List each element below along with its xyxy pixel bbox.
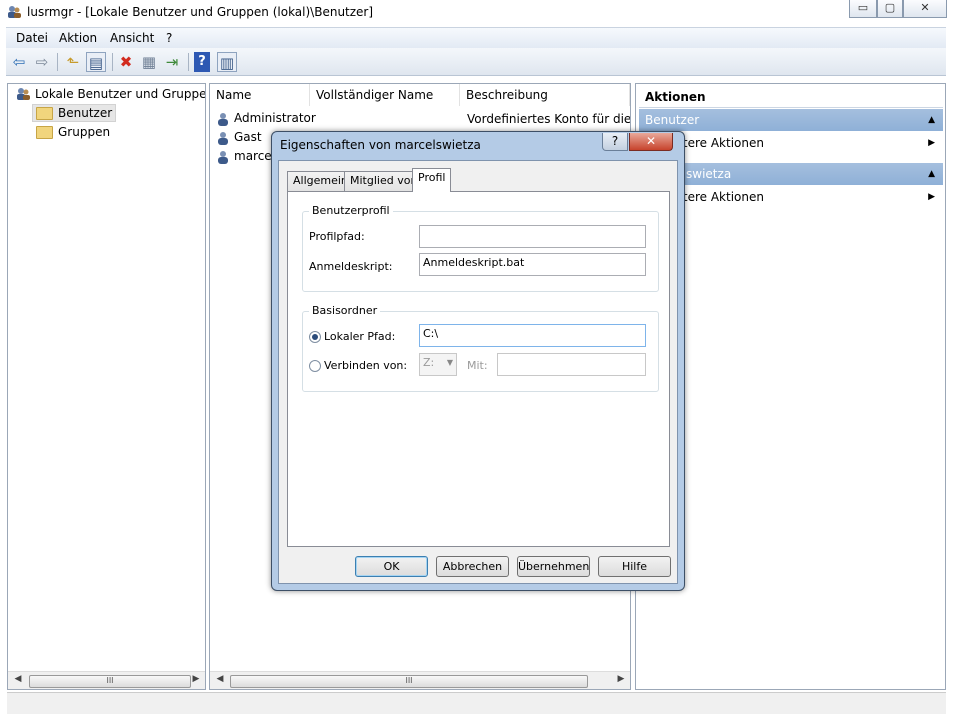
connect-label: Verbinden von: (324, 359, 408, 372)
menu-bar: Datei Aktion Ansicht ? (6, 27, 946, 48)
connect-path-field[interactable] (497, 353, 646, 376)
list-horizontal-scrollbar[interactable]: ◀ III ▶ (210, 671, 630, 689)
title-bar: lusrmgr - [Lokale Benutzer und Gruppen (… (0, 0, 954, 26)
profile-tab-panel: Benutzerprofil Profilpfad: Anmeldeskript… (287, 191, 670, 547)
show-actions-pane-icon[interactable]: ▥ (217, 52, 237, 72)
group-title: Basisordner (309, 304, 381, 317)
profile-path-field[interactable] (419, 225, 646, 248)
dialog-help-button[interactable]: ? (602, 133, 628, 151)
toolbar-separator (57, 53, 58, 71)
tree-item-gruppen[interactable]: Gruppen (33, 124, 113, 140)
back-arrow-icon[interactable]: ⇦ (9, 52, 29, 72)
tree-pane: Lokale Benutzer und Gruppen (lokal) Benu… (7, 83, 206, 690)
up-folder-icon[interactable]: ⬑ (63, 52, 83, 72)
folder-icon (36, 107, 53, 120)
delete-icon[interactable]: ✖ (116, 52, 136, 72)
local-path-radio[interactable] (309, 331, 321, 343)
status-bar (7, 692, 946, 714)
scroll-thumb[interactable]: III (29, 675, 191, 688)
submenu-arrow-icon: ▶ (928, 138, 935, 148)
drive-value: Z: (423, 356, 435, 369)
section-title: Benutzer (645, 113, 700, 127)
logon-script-label: Anmeldeskript: (309, 260, 393, 273)
scroll-left-arrow-icon[interactable]: ◀ (214, 674, 226, 684)
collapse-triangle-icon[interactable]: ▲ (928, 109, 935, 131)
user-icon (218, 131, 228, 145)
scroll-right-arrow-icon[interactable]: ▶ (615, 674, 627, 684)
submenu-arrow-icon: ▶ (928, 192, 935, 202)
menu-aktion[interactable]: Aktion (59, 31, 97, 45)
group-title: Benutzerprofil (309, 204, 393, 217)
user-description: Vordefiniertes Konto für die Verwaltung (467, 112, 630, 126)
column-header-description[interactable]: Beschreibung (460, 84, 630, 106)
dropdown-arrow-icon: ▼ (446, 358, 453, 367)
scroll-thumb[interactable]: III (230, 675, 588, 688)
help-icon[interactable]: ? (194, 52, 210, 72)
tree-root-label: Lokale Benutzer und Gruppen (lokal) (35, 87, 205, 101)
apply-button[interactable]: Übernehmen (517, 556, 590, 577)
profile-group: Benutzerprofil Profilpfad: Anmeldeskript… (302, 204, 659, 292)
export-list-icon[interactable]: ⇥ (162, 52, 182, 72)
tree-item-label: Gruppen (58, 125, 111, 139)
list-item[interactable]: marcelswietza (216, 149, 272, 164)
toolbar-separator (112, 53, 113, 71)
user-name: Gast (234, 130, 262, 144)
local-path-field[interactable]: C:\ (419, 324, 646, 347)
user-name: marcelswietza (234, 149, 272, 163)
connect-radio[interactable] (309, 360, 321, 372)
scroll-right-arrow-icon[interactable]: ▶ (190, 674, 202, 684)
scroll-left-arrow-icon[interactable]: ◀ (12, 674, 24, 684)
tree-horizontal-scrollbar[interactable]: ◀ III ▶ (8, 671, 205, 689)
collapse-triangle-icon[interactable]: ▲ (928, 163, 935, 185)
menu-help[interactable]: ? (166, 31, 172, 45)
properties-icon[interactable]: ▦ (139, 52, 159, 72)
user-name: Administrator (234, 111, 316, 125)
close-window-button[interactable]: ✕ (903, 0, 947, 18)
dialog-close-button[interactable]: ✕ (629, 133, 673, 151)
column-header-name[interactable]: Name (210, 84, 310, 106)
profile-path-label: Profilpfad: (309, 230, 365, 243)
actions-section-benutzer[interactable]: Benutzer ▲ (639, 109, 943, 131)
local-path-label: Lokaler Pfad: (324, 330, 396, 343)
users-app-icon (8, 6, 21, 18)
user-icon (218, 112, 228, 126)
help-button[interactable]: Hilfe (598, 556, 671, 577)
with-label: Mit: (467, 359, 488, 372)
window-title: lusrmgr - [Lokale Benutzer und Gruppen (… (27, 5, 374, 19)
maximize-button[interactable]: ▢ (877, 0, 903, 18)
minimize-button[interactable]: ▭ (849, 0, 877, 18)
forward-arrow-icon[interactable]: ⇨ (32, 52, 52, 72)
cancel-button[interactable]: Abbrechen (436, 556, 509, 577)
ok-button[interactable]: OK (355, 556, 428, 577)
tree-item-label: Benutzer (58, 106, 113, 120)
tree-item-benutzer[interactable]: Benutzer (32, 104, 117, 122)
menu-ansicht[interactable]: Ansicht (110, 31, 154, 45)
user-icon (218, 150, 228, 164)
users-groups-icon (17, 88, 30, 100)
properties-dialog: Eigenschaften von marcelswietza ? ✕ Allg… (271, 131, 685, 591)
tree-root[interactable]: Lokale Benutzer und Gruppen (lokal) (15, 87, 205, 102)
tab-profil[interactable]: Profil (412, 168, 452, 192)
column-header-fullname[interactable]: Vollständiger Name (310, 84, 460, 106)
list-item[interactable]: Gast (216, 130, 262, 145)
show-tree-icon[interactable]: ▤ (86, 52, 106, 72)
toolbar-separator (188, 53, 189, 71)
toolbar: ⇦ ⇨ ⬑ ▤ ✖ ▦ ⇥ ? ▥ (6, 48, 946, 76)
actions-header: Aktionen (639, 86, 943, 108)
home-folder-group: Basisordner Lokaler Pfad: C:\ Verbinden … (302, 304, 659, 392)
dialog-title: Eigenschaften von marcelswietza (280, 138, 481, 152)
dialog-body: Allgemein Mitglied von Profil Benutzerpr… (278, 160, 678, 584)
logon-script-field[interactable]: Anmeldeskript.bat (419, 253, 646, 276)
drive-select[interactable]: Z: ▼ (419, 353, 457, 376)
menu-datei[interactable]: Datei (16, 31, 48, 45)
folder-icon (36, 126, 53, 139)
list-item[interactable]: Administrator (216, 111, 316, 126)
